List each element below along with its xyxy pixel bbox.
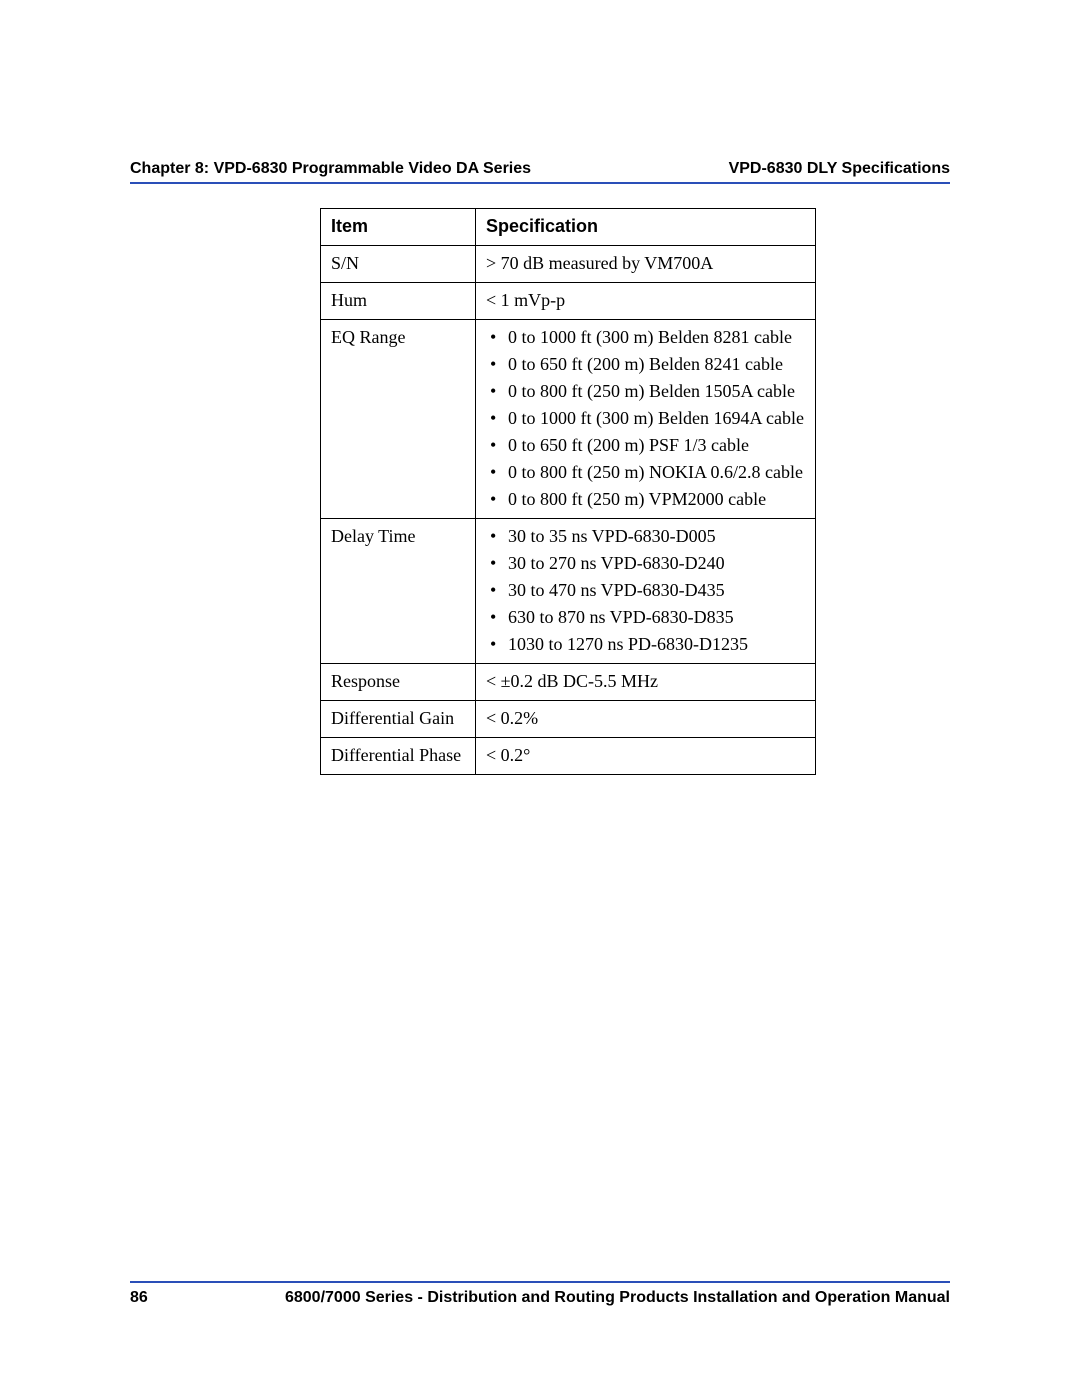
- table-row: Hum< 1 mVp-p: [321, 283, 816, 320]
- cell-item: Delay Time: [321, 519, 476, 664]
- cell-item: Hum: [321, 283, 476, 320]
- manual-title: 6800/7000 Series - Distribution and Rout…: [285, 1289, 950, 1307]
- cell-spec: 0 to 1000 ft (300 m) Belden 8281 cable0 …: [476, 320, 816, 519]
- spec-list-item: 0 to 800 ft (250 m) NOKIA 0.6/2.8 cable: [486, 459, 805, 486]
- running-footer: 86 6800/7000 Series - Distribution and R…: [130, 1281, 950, 1307]
- page-number: 86: [130, 1289, 148, 1307]
- cell-item: Response: [321, 664, 476, 701]
- spec-list-item: 0 to 800 ft (250 m) Belden 1505A cable: [486, 378, 805, 405]
- page: Chapter 8: VPD-6830 Programmable Video D…: [0, 0, 1080, 1397]
- spec-list: 30 to 35 ns VPD-6830-D00530 to 270 ns VP…: [486, 523, 805, 658]
- table-header-row: Item Specification: [321, 209, 816, 246]
- cell-spec: < 1 mVp-p: [476, 283, 816, 320]
- spec-list-item: 30 to 270 ns VPD-6830-D240: [486, 550, 805, 577]
- table-row: S/N> 70 dB measured by VM700A: [321, 246, 816, 283]
- table-row: Delay Time30 to 35 ns VPD-6830-D00530 to…: [321, 519, 816, 664]
- spec-list-item: 30 to 35 ns VPD-6830-D005: [486, 523, 805, 550]
- table-row: Response< ±0.2 dB DC-5.5 MHz: [321, 664, 816, 701]
- running-header: Chapter 8: VPD-6830 Programmable Video D…: [130, 160, 950, 184]
- spec-list-item: 0 to 650 ft (200 m) PSF 1/3 cable: [486, 432, 805, 459]
- cell-spec: < 0.2%: [476, 701, 816, 738]
- table-row: Differential Gain< 0.2%: [321, 701, 816, 738]
- cell-spec: > 70 dB measured by VM700A: [476, 246, 816, 283]
- cell-item: Differential Gain: [321, 701, 476, 738]
- cell-spec: < 0.2°: [476, 738, 816, 775]
- spec-list-item: 0 to 1000 ft (300 m) Belden 8281 cable: [486, 324, 805, 351]
- spec-list-item: 630 to 870 ns VPD-6830-D835: [486, 604, 805, 631]
- cell-item: S/N: [321, 246, 476, 283]
- header-section: VPD-6830 DLY Specifications: [729, 160, 950, 178]
- spec-list-item: 0 to 650 ft (200 m) Belden 8241 cable: [486, 351, 805, 378]
- table-row: Differential Phase< 0.2°: [321, 738, 816, 775]
- header-chapter: Chapter 8: VPD-6830 Programmable Video D…: [130, 160, 531, 178]
- cell-item: EQ Range: [321, 320, 476, 519]
- table-row: EQ Range0 to 1000 ft (300 m) Belden 8281…: [321, 320, 816, 519]
- col-header-spec: Specification: [476, 209, 816, 246]
- cell-item: Differential Phase: [321, 738, 476, 775]
- spec-list-item: 0 to 800 ft (250 m) VPM2000 cable: [486, 486, 805, 513]
- cell-spec: 30 to 35 ns VPD-6830-D00530 to 270 ns VP…: [476, 519, 816, 664]
- spec-table: Item Specification S/N> 70 dB measured b…: [320, 208, 816, 775]
- col-header-item: Item: [321, 209, 476, 246]
- spec-list-item: 1030 to 1270 ns PD-6830-D1235: [486, 631, 805, 658]
- spec-list-item: 0 to 1000 ft (300 m) Belden 1694A cable: [486, 405, 805, 432]
- cell-spec: < ±0.2 dB DC-5.5 MHz: [476, 664, 816, 701]
- spec-list-item: 30 to 470 ns VPD-6830-D435: [486, 577, 805, 604]
- spec-list: 0 to 1000 ft (300 m) Belden 8281 cable0 …: [486, 324, 805, 513]
